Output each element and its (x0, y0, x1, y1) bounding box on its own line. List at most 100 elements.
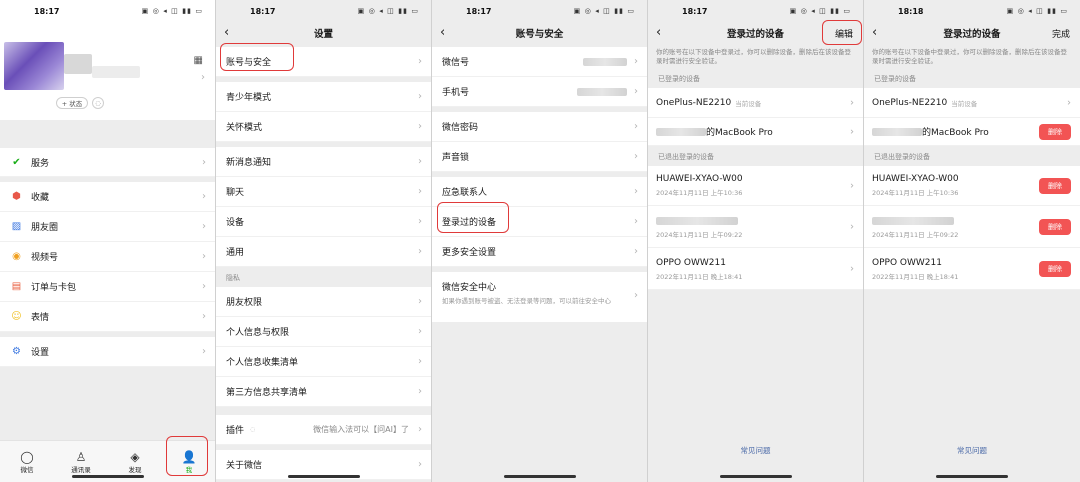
privacy-section-label: 隐私 (226, 274, 240, 282)
device-current[interactable]: OnePlus-NE2210 当前设备 › (864, 88, 1080, 118)
settings-care-mode[interactable]: 关怀模式 › (216, 112, 431, 142)
settings-personal-info[interactable]: 个人信息与权限 › (216, 317, 431, 347)
menu-orders[interactable]: ▤ 订单与卡包 › (0, 272, 215, 302)
delete-button[interactable]: 删除 (1039, 218, 1071, 235)
profile-header[interactable]: ▦ › + 状态 ◌ (0, 22, 215, 120)
device-huawei[interactable]: HUAWEI-XYAO-W00 2024年11月11日 上午10:36 › (648, 166, 863, 206)
device-macbook[interactable]: 的MacBook Pro 删除 (864, 118, 1080, 146)
highlight-tab-me (166, 436, 208, 476)
settings-plugins[interactable]: 插件 ◌ 微信输入法可以【问AI】了 › (216, 415, 431, 445)
menu-label: 朋友圈 (31, 223, 59, 233)
settings-chat[interactable]: 聊天 › (216, 177, 431, 207)
chevron-right-icon: › (202, 221, 206, 232)
tab-label: 微信 (20, 465, 34, 474)
chevron-right-icon: › (418, 246, 422, 257)
device-blurred[interactable]: 2024年11月11日 上午09:22 删除 (864, 206, 1080, 248)
qr-code-icon[interactable]: ▦ (194, 55, 203, 66)
settings-friend-permissions[interactable]: 朋友权限 › (216, 287, 431, 317)
page-title: 设置 (313, 29, 333, 40)
tab-chats[interactable]: ◯ 微信 (0, 441, 54, 482)
menu-services[interactable]: ✔ 服务 › (0, 148, 215, 177)
chevron-right-icon: › (850, 126, 854, 137)
chevron-right-icon: › (202, 191, 206, 202)
menu-label: 设置 (31, 348, 50, 358)
menu-moments[interactable]: ▨ 朋友圈 › (0, 212, 215, 242)
chevron-right-icon: › (634, 216, 638, 227)
service-check-icon: ✔ (12, 156, 21, 168)
device-time: 2022年11月11日 晚上18:41 (656, 273, 743, 281)
nav-bar: ‹ 账号与安全 (432, 22, 647, 44)
page-title: 账号与安全 (515, 29, 564, 40)
screen-logged-devices: 18:17 ▣ ◎ ◂ ◫ ▮▮ ▭ ‹ 登录过的设备 编辑 你的账号在以下设备… (648, 0, 864, 482)
device-huawei[interactable]: HUAWEI-XYAO-W00 2024年11月11日 上午10:36 删除 (864, 166, 1080, 206)
device-oppo[interactable]: OPPO OWW211 2022年11月11日 晚上18:41 删除 (864, 248, 1080, 290)
chevron-right-icon: › (418, 156, 422, 167)
status-button[interactable]: + 状态 (56, 97, 88, 109)
row-label: 朋友权限 (226, 298, 263, 308)
settings-notifications[interactable]: 新消息通知 › (216, 147, 431, 177)
menu-channels[interactable]: ◉ 视频号 › (0, 242, 215, 272)
delete-button[interactable]: 删除 (1039, 177, 1071, 194)
profile-chevron-icon[interactable]: › (201, 72, 205, 83)
device-oppo[interactable]: OPPO OWW211 2022年11月11日 晚上18:41 › (648, 248, 863, 290)
device-blurred[interactable]: 2024年11月11日 上午09:22 › (648, 206, 863, 248)
settings-general[interactable]: 通用 › (216, 237, 431, 267)
avatar[interactable] (4, 42, 64, 90)
logged-out-section-label: 已退出登录的设备 (874, 153, 930, 161)
status-bar: 18:17 ▣ ◎ ◂ ◫ ▮▮ ▭ (216, 0, 431, 22)
row-label: 应急联系人 (442, 188, 488, 198)
wechat-id-blurred (92, 66, 140, 78)
chevron-right-icon: › (202, 346, 206, 357)
delete-button[interactable]: 删除 (1039, 123, 1071, 140)
row-more-security[interactable]: 更多安全设置 › (432, 237, 647, 267)
chevron-right-icon: › (418, 386, 422, 397)
device-macbook[interactable]: 的MacBook Pro › (648, 118, 863, 146)
row-label: 新消息通知 (226, 158, 272, 168)
faq-link[interactable]: 常见问题 (864, 445, 1080, 456)
row-security-center[interactable]: 微信安全中心 如果你遇到账号被盗、无法登录等问题，可以前往安全中心 › (432, 272, 647, 322)
back-arrow-icon[interactable]: ‹ (440, 25, 445, 40)
menu-label: 收藏 (31, 193, 50, 203)
back-arrow-icon[interactable]: ‹ (224, 25, 229, 40)
status-add-circle-icon[interactable]: ◌ (92, 97, 104, 109)
device-name: HUAWEI-XYAO-W00 (656, 174, 743, 184)
row-voice-lock[interactable]: 声音锁 › (432, 142, 647, 172)
status-time: 18:17 (466, 6, 492, 16)
device-name-blurred (872, 216, 954, 225)
orders-wallet-icon: ▤ (11, 281, 22, 292)
status-icons: ▣ ◎ ◂ ◫ ▮▮ ▭ (789, 7, 851, 15)
settings-third-party-sharing[interactable]: 第三方信息共享清单 › (216, 377, 431, 407)
device-name: 的MacBook Pro (922, 128, 989, 138)
settings-gear-icon: ⚙ (12, 346, 21, 357)
home-indicator (720, 475, 792, 478)
menu-settings[interactable]: ⚙ 设置 › (0, 337, 215, 367)
back-arrow-icon[interactable]: ‹ (872, 25, 877, 40)
current-device-tag: 当前设备 (735, 99, 762, 108)
settings-info-collection[interactable]: 个人信息收集清单 › (216, 347, 431, 377)
favorites-cube-icon: ⬢ (12, 191, 21, 202)
contacts-person-icon: ♙ (75, 449, 87, 464)
back-arrow-icon[interactable]: ‹ (656, 25, 661, 40)
row-label: 第三方信息共享清单 (226, 388, 308, 398)
row-password[interactable]: 微信密码 › (432, 112, 647, 142)
delete-button[interactable]: 删除 (1039, 260, 1071, 277)
device-current[interactable]: OnePlus-NE2210 当前设备 › (648, 88, 863, 118)
menu-favorites[interactable]: ⬢ 收藏 › (0, 182, 215, 212)
chevron-right-icon: › (202, 157, 206, 168)
done-button[interactable]: 完成 (1052, 27, 1070, 40)
status-icons: ▣ ◎ ◂ ◫ ▮▮ ▭ (1006, 7, 1068, 15)
settings-devices[interactable]: 设备 › (216, 207, 431, 237)
chevron-right-icon: › (202, 281, 206, 292)
chevron-right-icon: › (418, 121, 422, 132)
devices-description: 你的账号在以下设备中登录过，你可以删除设备，删除后在该设备登录时需进行安全验证。 (872, 48, 1067, 65)
row-label: 微信号 (442, 58, 470, 68)
row-phone[interactable]: 手机号 › (432, 77, 647, 107)
faq-link[interactable]: 常见问题 (648, 445, 863, 456)
status-time: 18:17 (250, 6, 276, 16)
phone-blurred (577, 87, 627, 96)
menu-stickers[interactable]: ☺ 表情 › (0, 302, 215, 332)
chevron-right-icon: › (418, 91, 422, 102)
screen-logged-devices-edit: 18:18 ▣ ◎ ◂ ◫ ▮▮ ▭ ‹ 登录过的设备 完成 你的账号在以下设备… (864, 0, 1080, 482)
row-wechat-id[interactable]: 微信号 › (432, 47, 647, 77)
settings-teen-mode[interactable]: 青少年模式 › (216, 82, 431, 112)
